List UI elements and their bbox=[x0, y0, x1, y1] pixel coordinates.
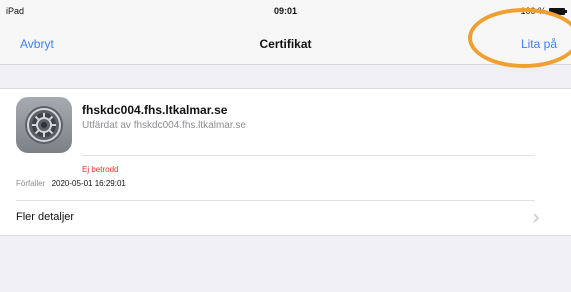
more-details-row[interactable]: Fler detaljer bbox=[0, 201, 571, 235]
divider bbox=[82, 155, 535, 156]
certificate-issuer: Utfärdat av fhskdc004.fhs.ltkalmar.se bbox=[82, 120, 246, 131]
settings-gear-icon bbox=[16, 97, 72, 153]
expiry-value: 2020-05-01 16:29:01 bbox=[51, 179, 126, 188]
status-bar: iPad 09:01 100 % bbox=[0, 0, 571, 22]
trust-status-label: Ej betrodd bbox=[82, 165, 119, 174]
chevron-right-icon bbox=[533, 213, 539, 223]
certificate-name: fhskdc004.fhs.ltkalmar.se bbox=[82, 103, 228, 117]
expiry-label: Förfaller bbox=[16, 179, 46, 188]
certificate-card: fhskdc004.fhs.ltkalmar.se Utfärdat av fh… bbox=[0, 88, 571, 236]
battery-icon bbox=[549, 7, 567, 15]
battery-status: 100 % bbox=[520, 6, 567, 16]
navigation-bar: Certifikat Avbryt Lita på bbox=[0, 22, 571, 65]
status-time: 09:01 bbox=[273, 6, 298, 16]
expiry-row: Förfaller 2020-05-01 16:29:01 bbox=[16, 179, 126, 188]
battery-percent: 100 % bbox=[520, 6, 546, 16]
page-title: Certifikat bbox=[259, 37, 312, 51]
more-details-label: Fler detaljer bbox=[16, 211, 75, 223]
trust-button[interactable]: Lita på bbox=[521, 37, 557, 51]
cancel-button[interactable]: Avbryt bbox=[20, 37, 54, 51]
